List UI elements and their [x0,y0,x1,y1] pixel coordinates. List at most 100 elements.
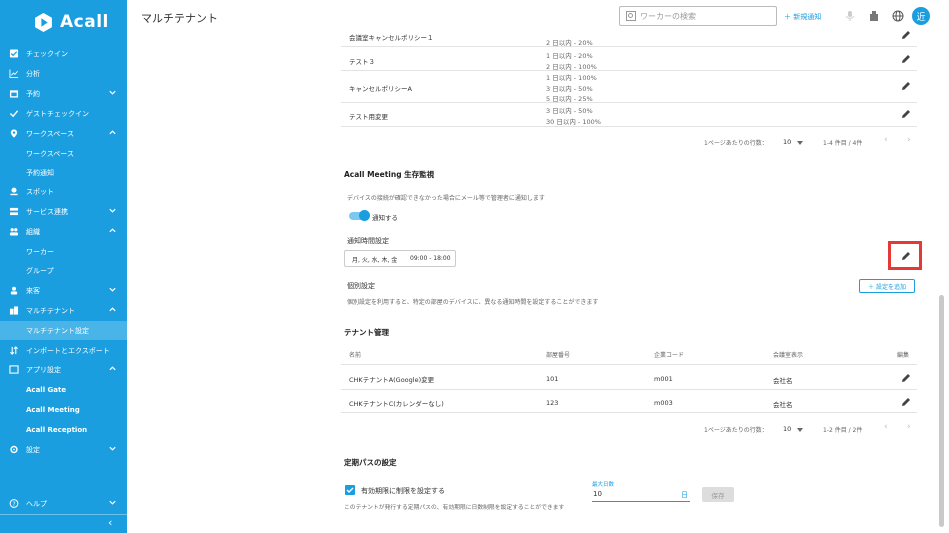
search-placeholder: ワーカーの検索 [640,11,696,21]
sidebar-item-acall-reception[interactable]: Acall Reception [0,420,127,439]
sidebar-item-acall-meeting[interactable]: Acall Meeting [0,400,127,419]
sidebar-item-app-settings[interactable]: アプリ設定 [0,360,127,379]
sidebar-item-label: Acall Meeting [26,405,80,414]
edit-pencil-icon[interactable] [901,81,911,91]
sidebar-item-label: 組織 [26,227,40,236]
checkbox-icon [9,49,19,58]
sidebar-item-organization[interactable]: 組織 [0,222,127,241]
sidebar-item-label: マルチテナント [26,306,75,315]
row-divider [341,389,917,390]
prev-page-button[interactable]: ‹ [884,422,888,432]
edit-pencil-icon[interactable] [901,373,911,383]
individual-settings-description: 個別設定を利用すると、特定の部屋のデバイスに、異なる通知時間を設定することができ… [347,299,599,306]
sidebar-item-help[interactable]: ? ヘルプ [0,494,127,513]
sidebar-item-checkin[interactable]: チェックイン [0,44,127,63]
chart-icon [9,69,19,78]
edit-pencil-icon[interactable] [901,54,911,64]
sidebar-item-guest-checkin[interactable]: ゲストチェックイン [0,104,127,123]
notify-time-title: 通知時間設定 [347,237,389,245]
sidebar-item-analytics[interactable]: 分析 [0,64,127,83]
next-page-button[interactable]: › [907,422,911,432]
microphone-icon[interactable] [844,10,856,22]
save-button[interactable]: 保存 [702,487,734,502]
collapse-sidebar-button[interactable]: ‹ [108,516,112,529]
row-divider [341,46,917,47]
rows-per-page-select[interactable]: 10 [783,425,805,435]
prev-page-button[interactable]: ‹ [884,135,888,145]
dropdown-arrow-icon [797,141,803,145]
sidebar-item-label: サービス連携 [26,207,68,216]
sidebar-item-label: アプリ設定 [26,365,61,374]
rows-per-page-value: 10 [783,425,792,433]
policy-name: テスト３ [349,58,375,66]
sidebar-item-reservation[interactable]: 予約 [0,84,127,103]
edit-pencil-icon[interactable] [901,397,911,407]
tenant-code: m001 [654,375,673,383]
gear-icon [10,445,18,454]
edit-pencil-icon[interactable] [901,30,911,40]
rows-per-page-select[interactable]: 10 [783,138,805,148]
sidebar-item-workspace[interactable]: ワークスペース [0,124,127,143]
sidebar-item-label: ゲストチェックイン [26,109,89,118]
user-avatar[interactable]: 近 [912,7,930,25]
add-setting-button[interactable]: ＋ 設定を追加 [859,279,915,293]
policy-rule: 1 日以内 - 100% [546,74,597,82]
chevron-up-icon [109,307,116,312]
pin-icon [10,187,18,196]
sidebar-divider [0,514,127,515]
edit-pencil-icon[interactable] [901,109,911,119]
column-header-code: 企業コード [654,352,685,359]
max-days-input[interactable] [592,487,690,502]
sidebar-item-label: Acall Reception [26,425,88,434]
column-header-edit: 編集 [897,352,910,359]
policy-rule: 3 日以内 - 50% [546,107,593,115]
check-icon [346,487,354,493]
next-page-button[interactable]: › [907,135,911,145]
sidebar-item-settings[interactable]: 設定 [0,440,127,459]
header-divider [341,364,917,365]
sidebar-item-worker[interactable]: ワーカー [0,242,127,261]
sidebar-item-service-integration[interactable]: サービス連携 [0,202,127,221]
sidebar-item-reservation-notice[interactable]: 予約通知 [0,163,127,182]
notify-days: 月, 火, 水, 木, 金 [352,257,398,264]
chevron-up-icon [109,130,116,135]
scrollbar[interactable] [939,295,944,527]
sidebar-item-label: マルチテナント設定 [26,326,89,335]
sidebar-item-group[interactable]: グループ [0,261,127,280]
help-icon: ? [9,499,19,508]
location-pin-icon [10,129,18,138]
sidebar-item-acall-gate[interactable]: Acall Gate [0,380,127,399]
notify-toggle-knob[interactable] [359,210,370,221]
sidebar-item-label: ワーカー [26,247,54,256]
limit-expiry-label: 有効期限に制限を設定する [361,487,445,495]
tenant-icon[interactable] [868,10,880,22]
sidebar-item-visitor[interactable]: 来客 [0,281,127,300]
sidebar-item-multitenant[interactable]: マルチテナント [0,301,127,320]
row-divider [341,126,917,127]
notify-hours: 09:00 - 18:00 [410,255,451,262]
rows-per-page-value: 10 [783,138,792,146]
page-title: マルチテナント [141,12,218,25]
meeting-monitor-title: Acall Meeting 生存監視 [344,170,435,179]
row-divider [341,412,917,413]
limit-expiry-checkbox[interactable] [345,485,355,495]
sidebar-item-label: ワークスペース [26,149,74,158]
pagination-range: 1-2 件目 / 2件 [823,427,863,434]
sidebar-item-label: 設定 [26,445,40,454]
sidebar-item-workspace-sub[interactable]: ワークスペース [0,144,127,163]
app-window-icon [9,365,19,374]
rows-per-page-label: 1ページあたりの行数： [704,427,768,434]
sidebar-item-label: Acall Gate [26,385,67,394]
chevron-down-icon [109,208,116,213]
sidebar-item-spot[interactable]: スポット [0,182,127,201]
sidebar-item-import-export[interactable]: インポートとエクスポート [0,341,127,360]
tenant-management-title: テナント管理 [344,328,389,337]
globe-icon[interactable] [892,10,904,22]
search-icon [626,11,636,21]
worker-search-input[interactable]: ワーカーの検索 [619,6,777,26]
acall-logo[interactable]: Acall [33,11,109,33]
new-notice-button[interactable]: ＋ 新規通知 [784,12,821,22]
sidebar-item-multitenant-settings[interactable]: マルチテナント設定 [0,321,127,340]
calendar-icon [9,90,19,98]
max-days-unit: 日 [681,491,688,499]
